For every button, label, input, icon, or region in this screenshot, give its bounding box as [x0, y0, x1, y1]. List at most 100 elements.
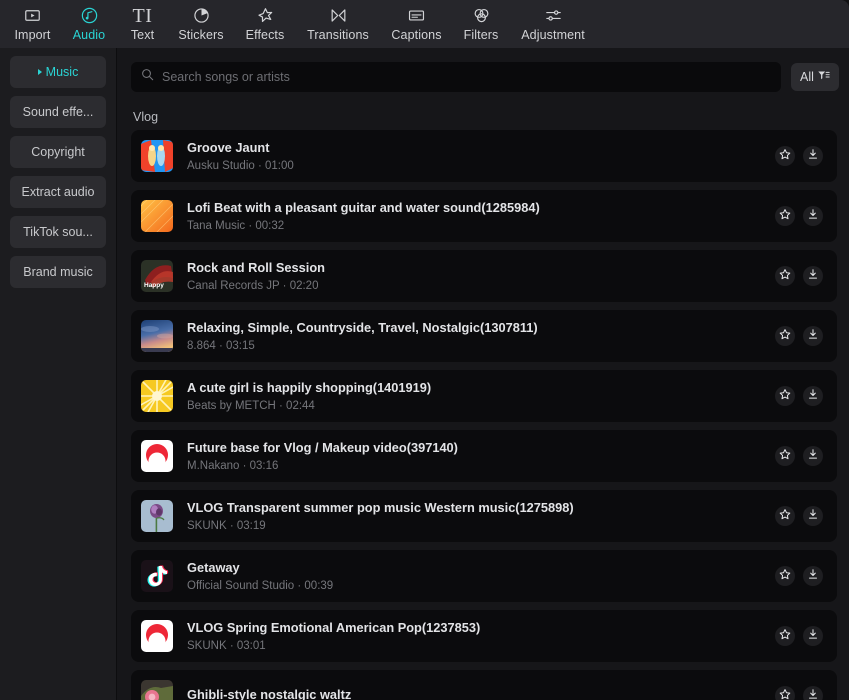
- sidebar-item-music[interactable]: Music: [10, 56, 106, 88]
- song-meta: Rock and Roll Session Canal Records JP ·…: [187, 260, 765, 293]
- song-title: Future base for Vlog / Makeup video(3971…: [187, 439, 458, 455]
- song-row[interactable]: A cute girl is happily shopping(1401919)…: [131, 370, 837, 422]
- song-row[interactable]: Ghibli-style nostalgic waltz: [131, 670, 837, 700]
- song-row[interactable]: Relaxing, Simple, Countryside, Travel, N…: [131, 310, 837, 362]
- song-thumbnail: [141, 440, 173, 472]
- song-actions: [775, 566, 823, 586]
- filters-icon: [472, 5, 491, 26]
- sidebar-item-sound-effe[interactable]: Sound effe...: [10, 96, 106, 128]
- song-subtitle: M.Nakano · 03:16: [187, 459, 279, 472]
- download-button[interactable]: [803, 626, 823, 646]
- sidebar-item-label: Copyright: [31, 145, 85, 159]
- favorite-button[interactable]: [775, 146, 795, 166]
- captions-icon: [407, 5, 426, 26]
- song-actions: [775, 686, 823, 700]
- favorite-button[interactable]: [775, 686, 795, 700]
- filter-button[interactable]: All: [791, 63, 839, 91]
- star-icon: [779, 327, 791, 345]
- song-title: Groove Jaunt: [187, 139, 270, 155]
- song-row[interactable]: Lofi Beat with a pleasant guitar and wat…: [131, 190, 837, 242]
- download-icon: [807, 147, 819, 165]
- song-subtitle: Ausku Studio · 01:00: [187, 159, 294, 172]
- song-row[interactable]: Getaway Official Sound Studio · 00:39: [131, 550, 837, 602]
- song-title: Rock and Roll Session: [187, 259, 325, 275]
- favorite-button[interactable]: [775, 446, 795, 466]
- star-icon: [779, 567, 791, 585]
- download-button[interactable]: [803, 506, 823, 526]
- download-button[interactable]: [803, 446, 823, 466]
- search-input[interactable]: [162, 70, 771, 84]
- song-meta: VLOG Transparent summer pop music Wester…: [187, 500, 765, 533]
- song-title: Ghibli-style nostalgic waltz: [187, 686, 352, 700]
- song-actions: [775, 326, 823, 346]
- toolbar-tab-label: Filters: [463, 28, 499, 42]
- download-button[interactable]: [803, 386, 823, 406]
- song-meta: VLOG Spring Emotional American Pop(12378…: [187, 620, 765, 653]
- song-subtitle: 8.864 · 03:15: [187, 339, 255, 352]
- sidebar-item-brand-music[interactable]: Brand music: [10, 256, 106, 288]
- song-meta: Relaxing, Simple, Countryside, Travel, N…: [187, 320, 765, 353]
- favorite-button[interactable]: [775, 326, 795, 346]
- toolbar-tab-label: Audio: [72, 28, 106, 42]
- download-icon: [807, 507, 819, 525]
- song-thumbnail: [141, 320, 173, 352]
- search-box[interactable]: [131, 62, 781, 92]
- song-thumbnail: [141, 140, 173, 172]
- song-meta: Ghibli-style nostalgic waltz: [187, 687, 765, 700]
- toolbar-tab-label: Captions: [391, 28, 442, 42]
- download-button[interactable]: [803, 686, 823, 700]
- song-list[interactable]: Groove Jaunt Ausku Studio · 01:00 Lofi B…: [131, 130, 839, 700]
- song-row[interactable]: Happy Rock and Roll Session Canal Record…: [131, 250, 837, 302]
- download-button[interactable]: [803, 326, 823, 346]
- download-icon: [807, 327, 819, 345]
- star-icon: [779, 687, 791, 700]
- toolbar-tab-label: Text: [130, 28, 155, 42]
- editor-window: Import Audio TI Text Stickers Effects Tr…: [0, 0, 849, 700]
- download-button[interactable]: [803, 566, 823, 586]
- sidebar-item-label: Brand music: [23, 265, 93, 279]
- toolbar-tab-text[interactable]: TI Text: [117, 0, 168, 48]
- search-icon: [141, 68, 154, 86]
- sidebar-item-tiktok-sou[interactable]: TikTok sou...: [10, 216, 106, 248]
- toolbar-tab-stickers[interactable]: Stickers: [168, 0, 234, 48]
- effects-icon: [256, 5, 275, 26]
- toolbar-tab-adjustment[interactable]: Adjustment: [509, 0, 597, 48]
- sidebar-item-extract-audio[interactable]: Extract audio: [10, 176, 106, 208]
- favorite-button[interactable]: [775, 566, 795, 586]
- download-button[interactable]: [803, 146, 823, 166]
- star-icon: [779, 627, 791, 645]
- favorite-button[interactable]: [775, 266, 795, 286]
- song-thumbnail: Happy: [141, 260, 173, 292]
- toolbar-tab-filters[interactable]: Filters: [453, 0, 509, 48]
- toolbar-tab-effects[interactable]: Effects: [234, 0, 296, 48]
- favorite-button[interactable]: [775, 386, 795, 406]
- song-row[interactable]: Groove Jaunt Ausku Studio · 01:00: [131, 130, 837, 182]
- song-thumbnail: [141, 200, 173, 232]
- toolbar-tab-import[interactable]: Import: [4, 0, 61, 48]
- song-title: Relaxing, Simple, Countryside, Travel, N…: [187, 319, 538, 335]
- song-row[interactable]: Future base for Vlog / Makeup video(3971…: [131, 430, 837, 482]
- toolbar-tab-captions[interactable]: Captions: [380, 0, 453, 48]
- song-title: Lofi Beat with a pleasant guitar and wat…: [187, 199, 540, 215]
- download-button[interactable]: [803, 266, 823, 286]
- toolbar-tab-label: Stickers: [178, 28, 224, 42]
- favorite-button[interactable]: [775, 626, 795, 646]
- editor-body: Music Sound effe... Copyright Extract au…: [0, 48, 849, 700]
- toolbar-tab-transitions[interactable]: Transitions: [296, 0, 380, 48]
- song-meta: Groove Jaunt Ausku Studio · 01:00: [187, 140, 765, 173]
- song-row[interactable]: VLOG Spring Emotional American Pop(12378…: [131, 610, 837, 662]
- toolbar-tab-audio[interactable]: Audio: [61, 0, 117, 48]
- transitions-icon: [329, 5, 348, 26]
- download-button[interactable]: [803, 206, 823, 226]
- favorite-button[interactable]: [775, 506, 795, 526]
- filter-label: All: [800, 70, 814, 84]
- song-meta: Getaway Official Sound Studio · 00:39: [187, 560, 765, 593]
- song-subtitle: Canal Records JP · 02:20: [187, 279, 319, 292]
- adjustment-icon: [544, 5, 563, 26]
- song-actions: [775, 626, 823, 646]
- star-icon: [779, 147, 791, 165]
- sidebar-item-copyright[interactable]: Copyright: [10, 136, 106, 168]
- favorite-button[interactable]: [775, 206, 795, 226]
- song-actions: [775, 266, 823, 286]
- song-row[interactable]: VLOG Transparent summer pop music Wester…: [131, 490, 837, 542]
